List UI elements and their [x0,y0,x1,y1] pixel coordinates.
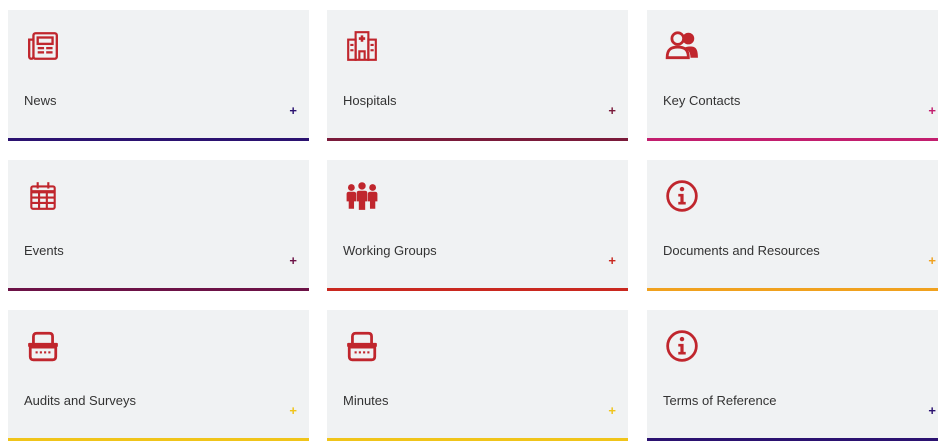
calendar-icon [25,178,61,214]
expand-plus-icon[interactable]: + [608,404,616,417]
expand-plus-icon[interactable]: + [928,254,936,267]
expand-plus-icon[interactable]: + [928,404,936,417]
tile-label: Key Contacts [663,93,741,108]
tile-terms-of-reference[interactable]: Terms of Reference + [647,310,938,441]
basket-icon [25,328,61,364]
contacts-icon [664,28,700,64]
tile-news[interactable]: News + [8,10,309,141]
tile-accent-bar [8,138,309,141]
tile-label: Hospitals [343,93,397,108]
expand-plus-icon[interactable]: + [928,104,936,117]
group-icon [344,178,380,214]
tile-audits-and-surveys[interactable]: Audits and Surveys + [8,310,309,441]
expand-plus-icon[interactable]: + [289,254,297,267]
info-icon [664,178,700,214]
tile-minutes[interactable]: Minutes + [327,310,628,441]
tile-accent-bar [327,288,628,291]
tile-label: Minutes [343,393,389,408]
tile-hospitals[interactable]: Hospitals + [327,10,628,141]
tile-label: Terms of Reference [663,393,777,408]
tile-accent-bar [647,288,938,291]
tile-accent-bar [8,288,309,291]
tile-events[interactable]: Events + [8,160,309,291]
tile-label: Documents and Resources [663,243,820,258]
tile-documents-and-resources[interactable]: Documents and Resources + [647,160,938,291]
tile-key-contacts[interactable]: Key Contacts + [647,10,938,141]
basket-icon [344,328,380,364]
tile-accent-bar [647,138,938,141]
tile-label: Events [24,243,64,258]
info-icon [664,328,700,364]
expand-plus-icon[interactable]: + [608,104,616,117]
tile-working-groups[interactable]: Working Groups + [327,160,628,291]
expand-plus-icon[interactable]: + [289,404,297,417]
tile-accent-bar [327,138,628,141]
hospital-icon [344,28,380,64]
tile-label: Audits and Surveys [24,393,137,408]
tile-label: News [24,93,57,108]
tile-label: Working Groups [343,243,437,258]
newspaper-icon [25,28,61,64]
expand-plus-icon[interactable]: + [289,104,297,117]
expand-plus-icon[interactable]: + [608,254,616,267]
